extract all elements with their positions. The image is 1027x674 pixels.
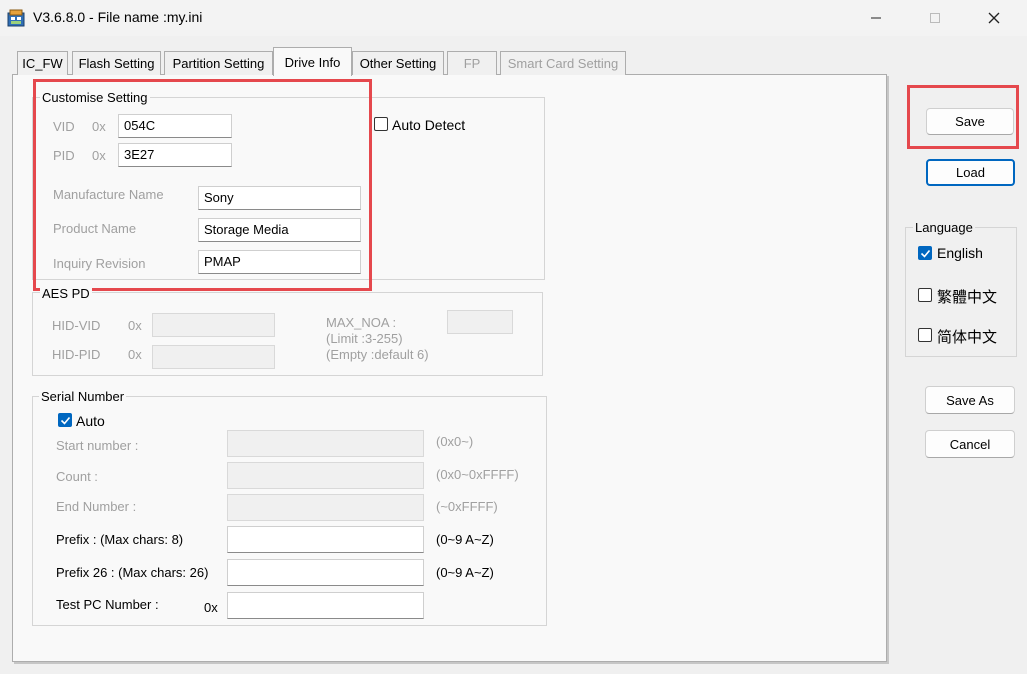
cancel-button[interactable]: Cancel — [925, 430, 1015, 458]
language-title: Language — [913, 220, 975, 235]
test-pc-hex-prefix: 0x — [204, 600, 218, 615]
serial-auto-label: Auto — [76, 413, 105, 429]
language-simplified-chinese-label: 简体中文 — [937, 329, 998, 346]
tab-label: Drive Info — [284, 54, 341, 70]
save-as-button[interactable]: Save As — [925, 386, 1015, 414]
tab-partition-setting[interactable]: Partition Setting — [164, 51, 273, 75]
max-noa-input[interactable] — [447, 310, 513, 334]
tab-label: Flash Setting — [78, 56, 155, 71]
checkmark-icon — [60, 416, 70, 425]
language-traditional-chinese-checkbox[interactable] — [918, 288, 932, 302]
language-traditional-chinese-label: 繁體中文 — [937, 289, 998, 306]
tab-fp[interactable]: FP — [447, 51, 497, 75]
aes-pd-group — [32, 292, 543, 376]
tab-drive-info[interactable]: Drive Info — [273, 47, 352, 76]
customise-highlight-box — [33, 79, 372, 291]
prefix26-input[interactable] — [227, 559, 424, 586]
serial-number-title: Serial Number — [39, 389, 127, 404]
hid-vid-input[interactable] — [152, 313, 275, 337]
prefix26-label: Prefix 26 : (Max chars: 26) — [56, 565, 209, 580]
minimize-icon[interactable] — [853, 0, 899, 36]
prefix26-hint: (0~9 A~Z) — [436, 565, 494, 580]
checkmark-icon — [920, 249, 930, 258]
prefix-label: Prefix : (Max chars: 8) — [56, 532, 184, 547]
tab-label: FP — [463, 56, 481, 71]
language-simplified-chinese-checkbox[interactable] — [918, 328, 932, 342]
tab-label: Smart Card Setting — [507, 56, 619, 71]
tab-label: IC_FW — [22, 56, 63, 71]
hid-vid-label: HID-VID — [52, 318, 101, 333]
hid-pid-label: HID-PID — [52, 347, 101, 362]
tab-flash-setting[interactable]: Flash Setting — [72, 51, 161, 75]
test-pc-number-input[interactable] — [227, 592, 424, 619]
aes-pd-title: AES PD — [40, 286, 92, 301]
start-number-label: Start number : — [56, 438, 139, 453]
load-button[interactable]: Load — [926, 159, 1015, 186]
app-icon — [7, 9, 25, 27]
hid-vid-hex-prefix: 0x — [128, 318, 142, 333]
count-label: Count : — [56, 469, 98, 484]
end-number-hint: (~0xFFFF) — [436, 499, 498, 514]
tab-label: Other Setting — [359, 56, 437, 71]
count-input[interactable] — [227, 462, 424, 489]
tab-smart-card-setting[interactable]: Smart Card Setting — [500, 51, 626, 75]
test-pc-number-label: Test PC Number : — [56, 597, 159, 612]
start-number-input[interactable] — [227, 430, 424, 457]
save-highlight-box — [907, 85, 1019, 149]
end-number-input[interactable] — [227, 494, 424, 521]
language-english-label: English — [937, 245, 983, 261]
end-number-label: End Number : — [56, 499, 137, 514]
auto-detect-label: Auto Detect — [392, 117, 466, 133]
language-english-checkbox[interactable] — [918, 246, 932, 260]
max-noa-limit-text: (Limit :3-255) — [326, 331, 403, 346]
prefix-hint: (0~9 A~Z) — [436, 532, 494, 547]
close-icon[interactable] — [971, 0, 1017, 36]
start-number-hint: (0x0~) — [436, 434, 474, 449]
hid-pid-hex-prefix: 0x — [128, 347, 142, 362]
serial-auto-checkbox[interactable] — [58, 413, 72, 427]
tab-label: Partition Setting — [172, 56, 265, 71]
tab-ic-fw[interactable]: IC_FW — [17, 51, 68, 75]
count-hint: (0x0~0xFFFF) — [436, 467, 519, 482]
max-noa-empty-text: (Empty :default 6) — [326, 347, 429, 362]
maximize-icon[interactable] — [912, 0, 958, 36]
tab-other-setting[interactable]: Other Setting — [352, 51, 444, 75]
hid-pid-input[interactable] — [152, 345, 275, 369]
prefix-input[interactable] — [227, 526, 424, 553]
max-noa-label: MAX_NOA : — [326, 315, 397, 330]
window-title: V3.6.8.0 - File name :my.ini — [33, 9, 203, 25]
auto-detect-checkbox[interactable] — [374, 117, 388, 131]
